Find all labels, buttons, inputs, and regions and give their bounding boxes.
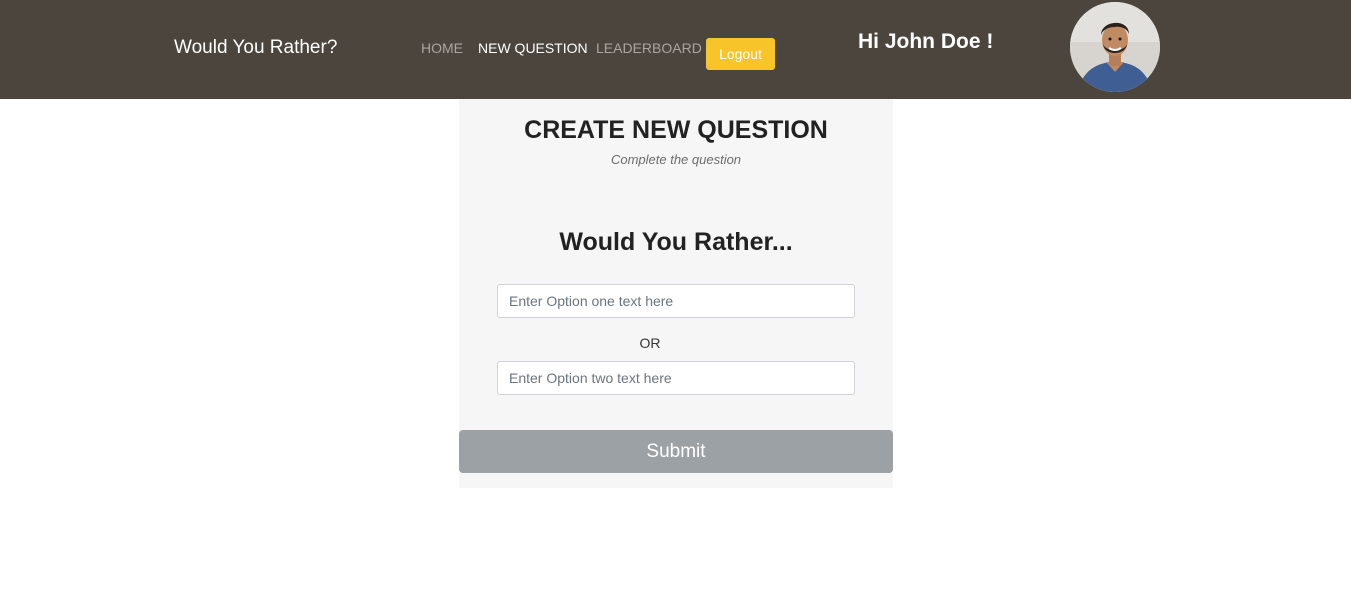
submit-button[interactable]: Submit <box>459 430 893 473</box>
question-heading: Would You Rather... <box>559 228 793 256</box>
nav-link-home[interactable]: HOME <box>421 40 463 57</box>
logout-button[interactable]: Logout <box>706 38 775 70</box>
option-one-input[interactable] <box>497 284 855 318</box>
nav-link-leaderboard[interactable]: LEADERBOARD <box>596 40 702 57</box>
page-subtitle: Complete the question <box>610 152 742 167</box>
page-title: CREATE NEW QUESTION <box>524 116 828 144</box>
or-separator: OR <box>639 335 661 351</box>
new-question-card: CREATE NEW QUESTION Complete the questio… <box>459 99 893 488</box>
brand-title: Would You Rather? <box>174 37 338 58</box>
avatar <box>1070 2 1160 92</box>
top-navbar: Would You Rather? HOME NEW QUESTION LEAD… <box>0 0 1351 99</box>
user-avatar-icon <box>1070 2 1160 92</box>
option-two-input[interactable] <box>497 361 855 395</box>
user-greeting: Hi John Doe ! <box>858 30 994 53</box>
nav-link-new-question[interactable]: NEW QUESTION <box>478 40 588 57</box>
